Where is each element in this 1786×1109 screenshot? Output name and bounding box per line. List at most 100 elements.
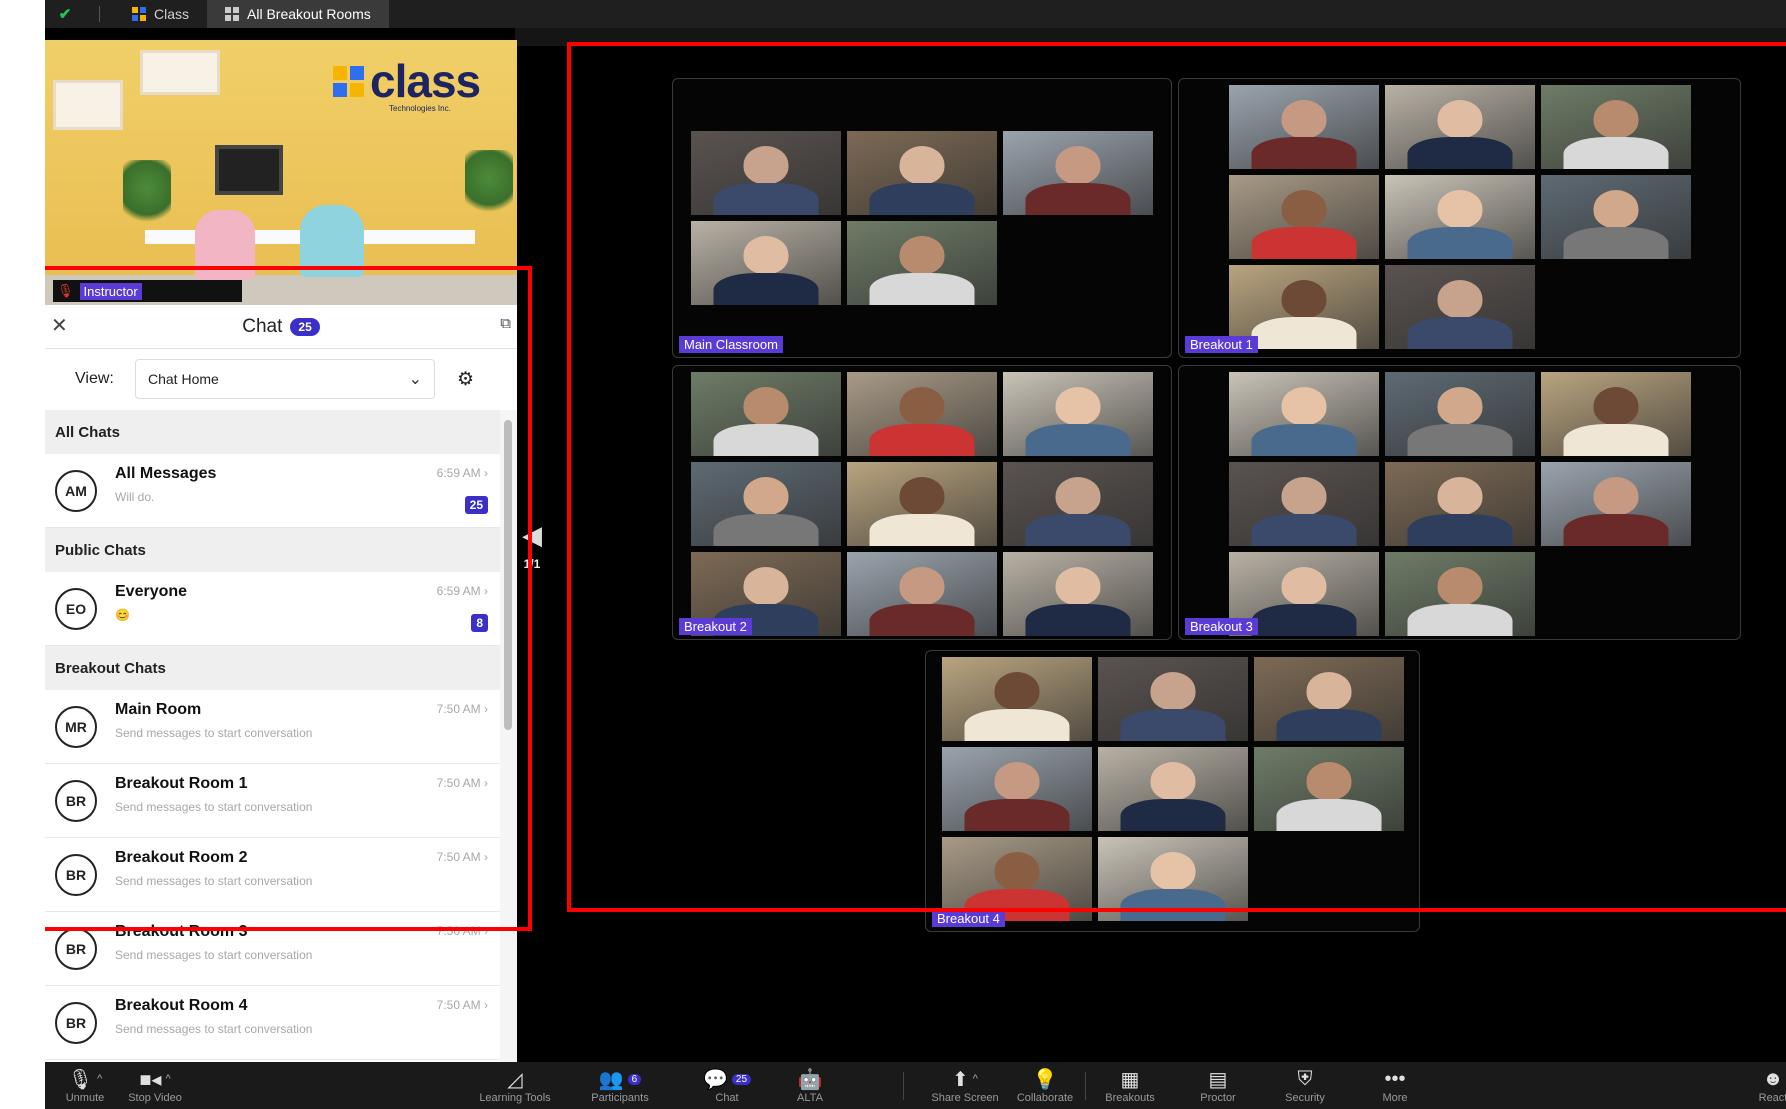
- chat-section-header: Public Chats: [45, 528, 500, 572]
- chat-list-item[interactable]: BR Breakout Room 2 Send messages to star…: [45, 838, 500, 912]
- participant-head: [899, 387, 945, 425]
- more-button[interactable]: ••• More: [1340, 1066, 1450, 1105]
- participant-head: [1306, 762, 1352, 800]
- participants-button[interactable]: 👥 6 Participants: [565, 1066, 675, 1105]
- participant-video-tile[interactable]: [1098, 657, 1248, 741]
- participant-video-tile[interactable]: [1541, 175, 1691, 259]
- participant-video-tile[interactable]: [1254, 747, 1404, 831]
- alta-button[interactable]: 🤖 ALTA: [755, 1066, 865, 1105]
- participant-body: [869, 183, 975, 215]
- toolbar-label: Collaborate: [1016, 1092, 1074, 1104]
- chat-time: 7:50 AM ›: [436, 850, 488, 864]
- participant-video-tile[interactable]: [1229, 175, 1379, 259]
- chat-list-item[interactable]: BR Breakout Room 1 Send messages to star…: [45, 764, 500, 838]
- breakout-room-4[interactable]: Breakout 3: [1178, 365, 1741, 640]
- wall-shelf: [53, 80, 123, 130]
- chat-list-item[interactable]: MR Main Room Send messages to start conv…: [45, 690, 500, 764]
- participant-head: [743, 146, 789, 184]
- participant-video-tile[interactable]: [1229, 462, 1379, 546]
- participant-video-tile[interactable]: [1385, 85, 1535, 169]
- participant-head: [1055, 146, 1101, 184]
- participant-body: [1407, 317, 1513, 349]
- participant-body: [1120, 709, 1226, 741]
- participant-video-tile[interactable]: [847, 372, 997, 456]
- participant-video-tile[interactable]: [847, 131, 997, 215]
- participant-head: [994, 762, 1040, 800]
- participant-video-tile[interactable]: [942, 837, 1092, 921]
- participant-video-tile[interactable]: [1003, 372, 1153, 456]
- participant-video-tile[interactable]: [1003, 131, 1153, 215]
- participant-video-tile[interactable]: [1385, 552, 1535, 636]
- participant-video-tile[interactable]: [691, 131, 841, 215]
- caret-up-icon[interactable]: ^: [973, 1073, 978, 1085]
- participant-head: [1150, 762, 1196, 800]
- participant-video-tile[interactable]: [1541, 372, 1691, 456]
- view-row: View: Chat Home ⌄ ⚙: [45, 349, 517, 409]
- chat-preview: Send messages to start conversation: [115, 948, 313, 962]
- chat-list-item[interactable]: EO Everyone 😊 6:59 AM › 8: [45, 572, 500, 646]
- chat-scrollbar[interactable]: [500, 410, 517, 1062]
- react-button[interactable]: ☻ React: [1718, 1066, 1786, 1105]
- plant: [465, 150, 513, 220]
- participant-video-tile[interactable]: [1229, 372, 1379, 456]
- chat-list-item[interactable]: AM All Messages Will do. 6:59 AM › 25: [45, 454, 500, 528]
- breakout-room-1[interactable]: Main Classroom: [672, 78, 1172, 358]
- tab-all-breakout-rooms[interactable]: All Breakout Rooms: [207, 0, 389, 28]
- tab-class[interactable]: Class: [114, 0, 207, 28]
- participant-video-tile[interactable]: [1385, 265, 1535, 349]
- breakout-room-2[interactable]: Breakout 1: [1178, 78, 1741, 358]
- caret-up-icon[interactable]: ^: [165, 1073, 170, 1085]
- chat-list-item[interactable]: BR Breakout Room 3 Send messages to star…: [45, 912, 500, 986]
- view-select[interactable]: Chat Home ⌄: [135, 359, 435, 399]
- participant-video-tile[interactable]: [1385, 372, 1535, 456]
- participant-video-tile[interactable]: [1098, 747, 1248, 831]
- participant-head: [1593, 477, 1639, 515]
- breakout-room-3[interactable]: Breakout 2: [672, 365, 1172, 640]
- participant-video-tile[interactable]: [847, 221, 997, 305]
- toolbar-label: Unmute: [65, 1092, 105, 1104]
- participant-video-tile[interactable]: [691, 221, 841, 305]
- participant-body: [1407, 227, 1513, 259]
- participant-video-tile[interactable]: [691, 462, 841, 546]
- participant-video-tile[interactable]: [691, 372, 841, 456]
- participant-video-tile[interactable]: [942, 747, 1092, 831]
- participant-body: [1407, 424, 1513, 456]
- learning-tools-button[interactable]: ◿ Learning Tools: [460, 1066, 570, 1105]
- participant-video-tile[interactable]: [847, 462, 997, 546]
- participant-video-tile[interactable]: [1385, 175, 1535, 259]
- participant-body: [964, 799, 1070, 831]
- participant-video-tile[interactable]: [1098, 837, 1248, 921]
- participant-video-tile[interactable]: [847, 552, 997, 636]
- chat-time: 7:50 AM ›: [436, 702, 488, 716]
- breakouts-grid-icon-glyph: ▦: [1120, 1068, 1140, 1091]
- stop-video-button[interactable]: ■◂ ^ Stop Video: [100, 1066, 210, 1105]
- chevron-left-icon[interactable]: ◀: [517, 520, 547, 551]
- toolbar-label: Breakouts: [1105, 1092, 1155, 1104]
- participant-video-tile[interactable]: [1003, 462, 1153, 546]
- chat-name: Breakout Room 4: [115, 997, 248, 1014]
- breakout-room-5[interactable]: Breakout 4: [925, 650, 1420, 932]
- participant-video-tile[interactable]: [942, 657, 1092, 741]
- popout-icon[interactable]: ⧉: [500, 315, 511, 332]
- participant-head: [1437, 387, 1483, 425]
- participant-video-tile[interactable]: [1003, 552, 1153, 636]
- chat-list-item[interactable]: BR Breakout Room 4 Send messages to star…: [45, 986, 500, 1060]
- participant-video-tile[interactable]: [1385, 462, 1535, 546]
- participant-body: [1276, 709, 1382, 741]
- participant-video-tile[interactable]: [1229, 85, 1379, 169]
- participant-video-tile[interactable]: [1541, 462, 1691, 546]
- tab-class-label: Class: [154, 6, 190, 22]
- participant-video-tile[interactable]: [1254, 657, 1404, 741]
- participant-body: [1563, 227, 1669, 259]
- chat-time: 7:50 AM ›: [436, 998, 488, 1012]
- close-icon[interactable]: ✕: [51, 313, 68, 338]
- video-camera-icon-glyph: ■◂: [139, 1068, 162, 1091]
- scrollbar-thumb[interactable]: [504, 420, 512, 730]
- participant-body: [1407, 604, 1513, 636]
- toolbar-label: Share Screen: [931, 1092, 999, 1104]
- desk-monitor: [215, 145, 283, 195]
- gear-icon[interactable]: ⚙: [457, 368, 474, 391]
- participant-video-tile[interactable]: [1541, 85, 1691, 169]
- participant-body: [1563, 137, 1669, 169]
- instructor-video[interactable]: class Technologies Inc. 🎙 Instructor: [45, 40, 517, 305]
